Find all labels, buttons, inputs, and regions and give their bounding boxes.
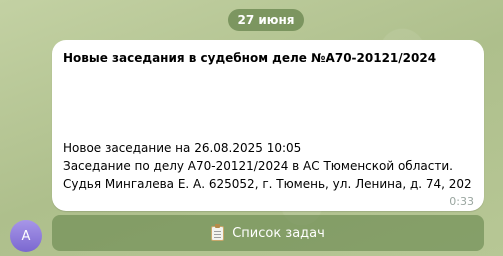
message-line: Новое заседание на 26.08.2025 10:05	[63, 141, 302, 155]
message-bubble[interactable]: Новые заседания в судебном деле №А70-201…	[52, 40, 484, 211]
task-list-button[interactable]: Список задач	[52, 215, 484, 251]
message-body: Новое заседание на 26.08.2025 10:05 Засе…	[63, 139, 472, 193]
message-line: Заседание по делу А70-20121/2024 в АС Тю…	[63, 159, 453, 173]
date-divider: 27 июня	[228, 9, 304, 31]
sender-avatar[interactable]: A	[10, 220, 42, 252]
message-timestamp: 0:33	[449, 195, 474, 208]
message-title: Новые заседания в судебном деле №А70-201…	[63, 51, 437, 65]
task-list-button-label: Список задач	[232, 225, 325, 241]
message-line: Судья Мингалева Е. А. 625052, г. Тюмень,…	[63, 177, 472, 191]
avatar-letter: A	[21, 228, 31, 244]
clipboard-icon	[211, 223, 225, 241]
